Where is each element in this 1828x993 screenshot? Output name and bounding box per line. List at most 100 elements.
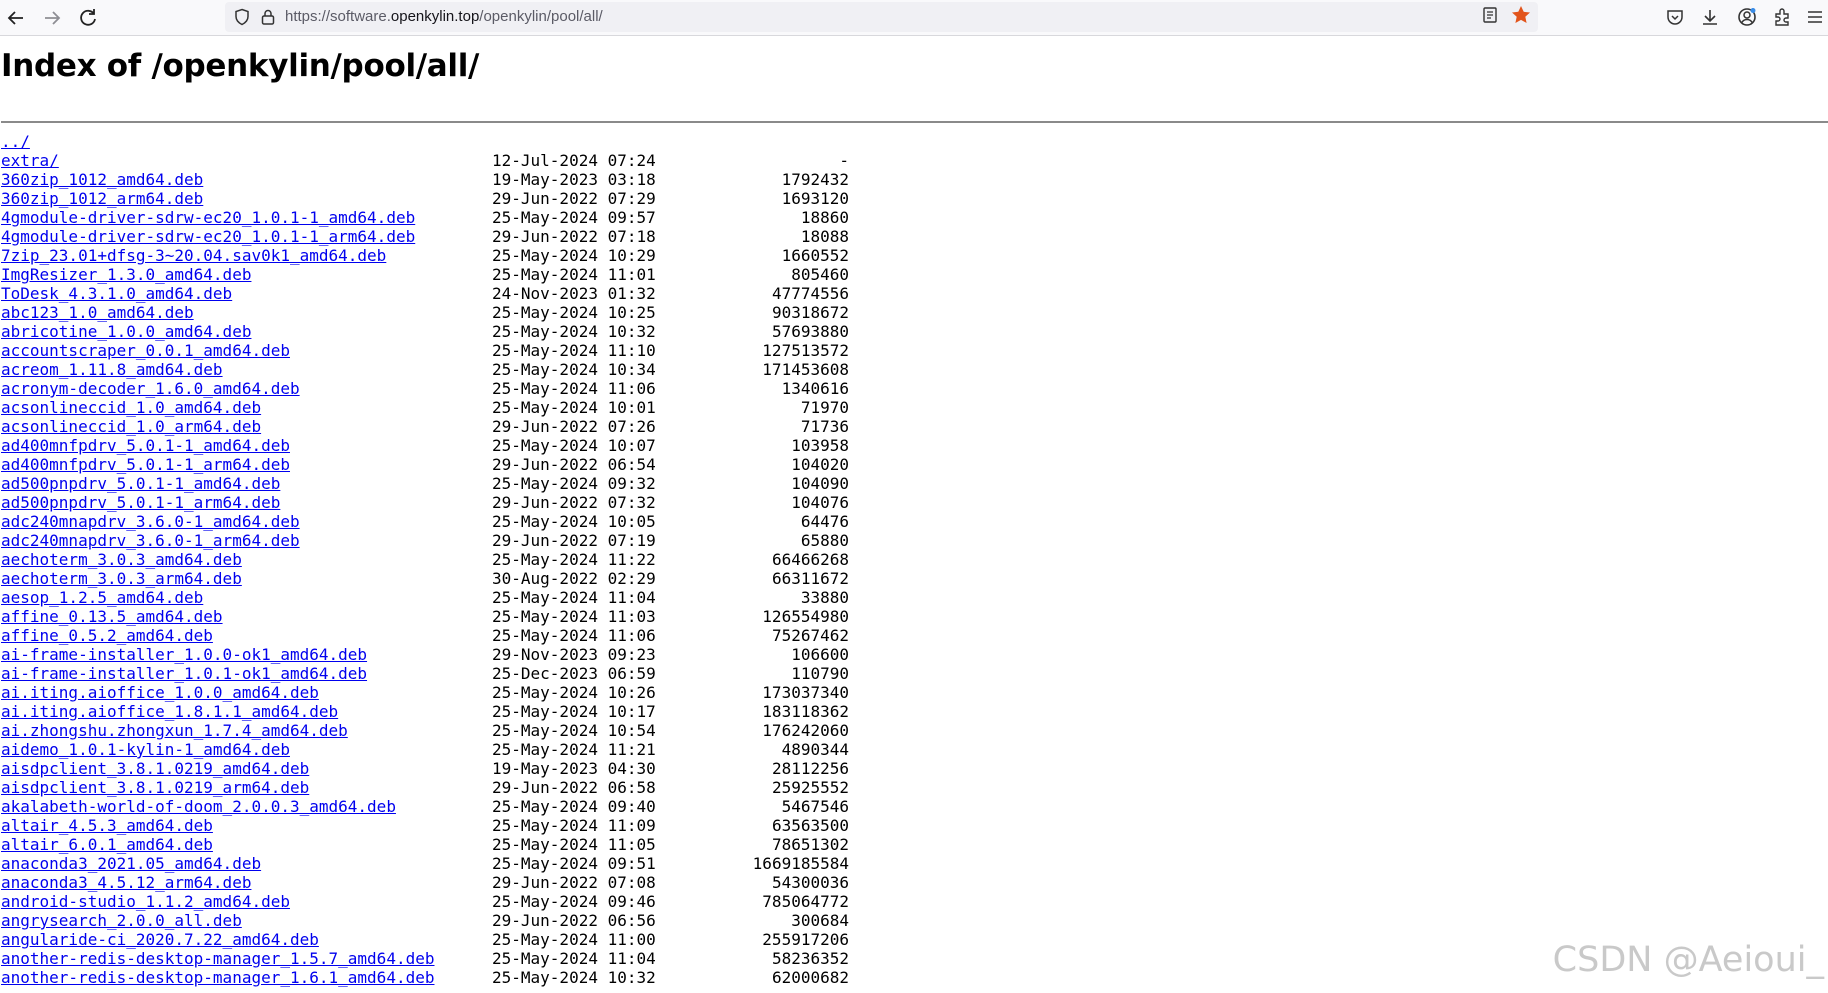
lock-icon[interactable] — [259, 8, 277, 26]
file-link[interactable]: angrysearch_2.0.0_all.deb — [1, 911, 242, 930]
file-link[interactable]: aisdpclient_3.8.1.0219_arm64.deb — [1, 778, 309, 797]
file-size: 71736 — [800, 417, 849, 436]
file-date: 29-Nov-2023 09:23 — [492, 645, 656, 664]
file-size: 65880 — [800, 531, 849, 550]
file-size: 47774556 — [771, 284, 849, 303]
file-size: - — [839, 151, 849, 170]
file-date: 29-Jun-2022 07:18 — [492, 227, 656, 246]
file-date: 25-May-2024 09:46 — [492, 892, 656, 911]
file-link[interactable]: 4gmodule-driver-sdrw-ec20_1.0.1-1_amd64.… — [1, 208, 415, 227]
file-link[interactable]: another-redis-desktop-manager_1.6.1_amd6… — [1, 968, 434, 987]
file-link[interactable]: anaconda3_2021.05_amd64.deb — [1, 854, 261, 873]
file-link[interactable]: affine_0.13.5_amd64.deb — [1, 607, 223, 626]
file-link[interactable]: ai-frame-installer_1.0.0-ok1_amd64.deb — [1, 645, 367, 664]
forward-arrow-icon[interactable] — [40, 6, 64, 30]
file-link[interactable]: another-redis-desktop-manager_1.5.7_amd6… — [1, 949, 434, 968]
watermark: CSDN @Aeioui_ — [1552, 940, 1824, 980]
file-size: 25925552 — [771, 778, 849, 797]
page-title: Index of /openkylin/pool/all/ — [1, 48, 480, 84]
shield-icon[interactable] — [233, 8, 251, 26]
file-link[interactable]: ai.zhongshu.zhongxun_1.7.4_amd64.deb — [1, 721, 348, 740]
file-date: 25-May-2024 10:17 — [492, 702, 656, 721]
file-date: 25-May-2024 11:21 — [492, 740, 656, 759]
file-link[interactable]: ai.iting.aioffice_1.0.0_amd64.deb — [1, 683, 319, 702]
file-link[interactable]: akalabeth-world-of-doom_2.0.0.3_amd64.de… — [1, 797, 396, 816]
file-link[interactable]: ad400mnfpdrv_5.0.1-1_arm64.deb — [1, 455, 290, 474]
file-link[interactable]: 360zip_1012_amd64.deb — [1, 170, 203, 189]
file-link[interactable]: ad500pnpdrv_5.0.1-1_arm64.deb — [1, 493, 280, 512]
file-date: 29-Jun-2022 07:26 — [492, 417, 656, 436]
file-link[interactable]: angularide-ci_2020.7.22_amd64.deb — [1, 930, 319, 949]
file-link[interactable]: ad500pnpdrv_5.0.1-1_amd64.deb — [1, 474, 280, 493]
file-date: 29-Jun-2022 06:54 — [492, 455, 656, 474]
file-date: 25-May-2024 09:40 — [492, 797, 656, 816]
file-link[interactable]: android-studio_1.1.2_amd64.deb — [1, 892, 290, 911]
file-date: 29-Jun-2022 06:58 — [492, 778, 656, 797]
account-icon[interactable] — [1737, 7, 1757, 27]
file-date: 25-May-2024 10:34 — [492, 360, 656, 379]
file-date: 25-May-2024 10:26 — [492, 683, 656, 702]
pocket-icon[interactable] — [1665, 7, 1685, 27]
menu-icon[interactable] — [1805, 7, 1825, 27]
file-size: 54300036 — [771, 873, 849, 892]
file-size: 104090 — [791, 474, 849, 493]
file-link[interactable]: altair_4.5.3_amd64.deb — [1, 816, 213, 835]
parent-directory-link[interactable]: ../ — [1, 132, 30, 151]
file-link[interactable]: ai-frame-installer_1.0.1-ok1_amd64.deb — [1, 664, 367, 683]
file-size: 126554980 — [762, 607, 849, 626]
file-link[interactable]: extra/ — [1, 151, 59, 170]
file-link[interactable]: abc123_1.0_amd64.deb — [1, 303, 194, 322]
file-size: 18088 — [800, 227, 849, 246]
file-date: 25-May-2024 11:01 — [492, 265, 656, 284]
file-date: 25-May-2024 11:05 — [492, 835, 656, 854]
download-icon[interactable] — [1700, 7, 1720, 27]
file-link[interactable]: aechoterm_3.0.3_arm64.deb — [1, 569, 242, 588]
file-date: 25-May-2024 11:04 — [492, 588, 656, 607]
file-size: 104020 — [791, 455, 849, 474]
file-size: 1660552 — [781, 246, 849, 265]
file-size: 1792432 — [781, 170, 849, 189]
file-link[interactable]: abricotine_1.0.0_amd64.deb — [1, 322, 251, 341]
url-bar[interactable]: https://software.openkylin.top/openkylin… — [225, 2, 1538, 32]
file-link[interactable]: aesop_1.2.5_amd64.deb — [1, 588, 203, 607]
file-date: 25-May-2024 11:06 — [492, 379, 656, 398]
file-date: 25-May-2024 09:32 — [492, 474, 656, 493]
file-link[interactable]: accountscraper_0.0.1_amd64.deb — [1, 341, 290, 360]
file-date: 24-Nov-2023 01:32 — [492, 284, 656, 303]
file-link[interactable]: ImgResizer_1.3.0_amd64.deb — [1, 265, 251, 284]
extensions-icon[interactable] — [1772, 7, 1792, 27]
file-size: 63563500 — [771, 816, 849, 835]
file-link[interactable]: ad400mnfpdrv_5.0.1-1_amd64.deb — [1, 436, 290, 455]
file-size: 1669185584 — [752, 854, 849, 873]
file-size: 127513572 — [762, 341, 849, 360]
file-link[interactable]: acreom_1.11.8_amd64.deb — [1, 360, 223, 379]
file-link[interactable]: anaconda3_4.5.12_arm64.deb — [1, 873, 251, 892]
file-link[interactable]: adc240mnapdrv_3.6.0-1_amd64.deb — [1, 512, 300, 531]
file-size: 785064772 — [762, 892, 849, 911]
file-date: 25-May-2024 11:09 — [492, 816, 656, 835]
file-link[interactable]: affine_0.5.2_amd64.deb — [1, 626, 213, 645]
file-size: 58236352 — [771, 949, 849, 968]
file-link[interactable]: acsonlineccid_1.0_amd64.deb — [1, 398, 261, 417]
url-text[interactable]: https://software.openkylin.top/openkylin… — [285, 2, 603, 32]
file-link[interactable]: 360zip_1012_arm64.deb — [1, 189, 203, 208]
file-link[interactable]: acsonlineccid_1.0_arm64.deb — [1, 417, 261, 436]
file-link[interactable]: 7zip_23.01+dfsg-3~20.04.sav0k1_amd64.deb — [1, 246, 386, 265]
file-link[interactable]: aechoterm_3.0.3_amd64.deb — [1, 550, 242, 569]
back-arrow-icon[interactable] — [4, 6, 28, 30]
file-link[interactable]: aidemo_1.0.1-kylin-1_amd64.deb — [1, 740, 290, 759]
file-size: 5467546 — [781, 797, 849, 816]
file-date: 25-May-2024 10:54 — [492, 721, 656, 740]
file-link[interactable]: ToDesk_4.3.1.0_amd64.deb — [1, 284, 232, 303]
file-size: 183118362 — [762, 702, 849, 721]
reload-icon[interactable] — [76, 6, 100, 30]
bookmark-star-icon[interactable] — [1510, 4, 1532, 26]
file-link[interactable]: altair_6.0.1_amd64.deb — [1, 835, 213, 854]
reader-view-icon[interactable] — [1481, 6, 1499, 24]
file-link[interactable]: acronym-decoder_1.6.0_amd64.deb — [1, 379, 300, 398]
file-size: 71970 — [800, 398, 849, 417]
file-link[interactable]: aisdpclient_3.8.1.0219_amd64.deb — [1, 759, 309, 778]
file-link[interactable]: ai.iting.aioffice_1.8.1.1_amd64.deb — [1, 702, 338, 721]
file-link[interactable]: adc240mnapdrv_3.6.0-1_arm64.deb — [1, 531, 300, 550]
file-link[interactable]: 4gmodule-driver-sdrw-ec20_1.0.1-1_arm64.… — [1, 227, 415, 246]
